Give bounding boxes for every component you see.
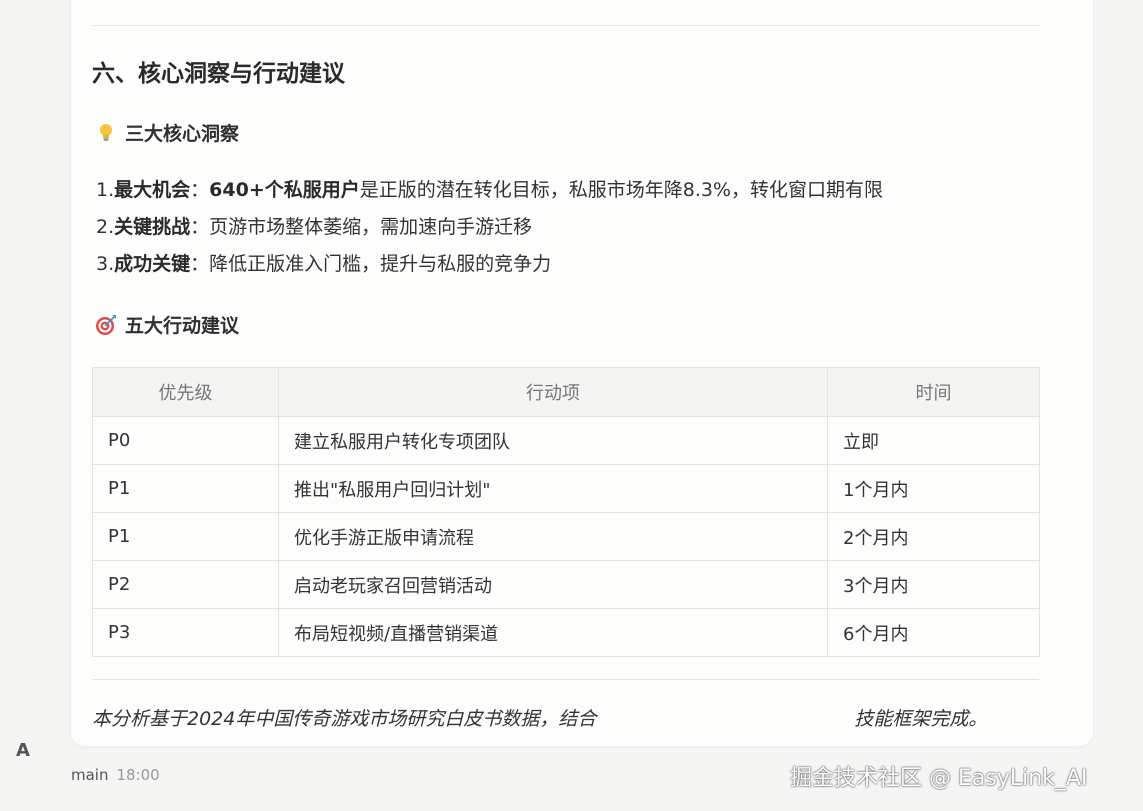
section-title: 六、核心洞察与行动建议 bbox=[92, 61, 345, 87]
table-row: P3 布局短视频/直播营销渠道 6个月内 bbox=[92, 608, 1040, 657]
table-row: P1 推出"私服用户回归计划" 1个月内 bbox=[92, 464, 1040, 513]
divider bbox=[92, 25, 1039, 26]
list-sep: ： bbox=[190, 253, 210, 275]
target-icon bbox=[95, 314, 117, 336]
column-header-action: 行动项 bbox=[278, 367, 828, 417]
cell-action: 建立私服用户转化专项团队 bbox=[278, 416, 828, 465]
avatar: A bbox=[16, 740, 30, 761]
list-label: 成功关键 bbox=[114, 253, 191, 275]
list-strong: 640+个私服用户 bbox=[209, 179, 360, 201]
cell-time: 3个月内 bbox=[827, 560, 1040, 609]
list-sep: ： bbox=[190, 216, 210, 238]
cell-time: 2个月内 bbox=[827, 512, 1040, 561]
table-header-row: 优先级 行动项 时间 bbox=[92, 367, 1040, 417]
cell-action: 布局短视频/直播营销渠道 bbox=[278, 608, 828, 657]
actions-heading-label: 五大行动建议 bbox=[125, 315, 240, 337]
cell-priority: P2 bbox=[92, 560, 279, 609]
footnote-text-before: 本分析基于2024年中国传奇游戏市场研究白皮书数据，结合 bbox=[92, 708, 597, 730]
actions-heading: 五大行动建议 bbox=[95, 311, 239, 338]
insights-list: 1.最大机会：640+个私服用户是正版的潜在转化目标，私服市场年降8.3%，转化… bbox=[96, 172, 883, 283]
footnote-text-after: 技能框架完成。 bbox=[854, 708, 988, 730]
list-item: 1.最大机会：640+个私服用户是正版的潜在转化目标，私服市场年降8.3%，转化… bbox=[96, 172, 883, 209]
list-text: 是正版的潜在转化目标，私服市场年降8.3%，转化窗口期有限 bbox=[359, 179, 884, 201]
table-row: P1 优化手游正版申请流程 2个月内 bbox=[92, 512, 1040, 561]
list-text: 页游市场整体萎缩，需加速向手游迁移 bbox=[209, 216, 533, 238]
insights-heading: 三大核心洞察 bbox=[95, 119, 239, 146]
watermark: 掘金技术社区 @ EasyLink_AI bbox=[790, 766, 1088, 791]
cell-action: 推出"私服用户回归计划" bbox=[278, 464, 828, 513]
column-header-time: 时间 bbox=[827, 367, 1040, 417]
cell-priority: P0 bbox=[92, 416, 279, 465]
list-sep: ： bbox=[190, 179, 210, 201]
list-text: 降低正版准入门槛，提升与私服的竞争力 bbox=[209, 253, 552, 275]
cell-priority: P3 bbox=[92, 608, 279, 657]
list-number: 3. bbox=[96, 253, 115, 275]
sender-name: main bbox=[71, 766, 109, 784]
actions-table: 优先级 行动项 时间 P0 建立私服用户转化专项团队 立即 P1 推出"私服用户… bbox=[92, 367, 1040, 657]
cell-action: 启动老玩家召回营销活动 bbox=[278, 560, 828, 609]
message-meta: main 18:00 bbox=[71, 766, 160, 784]
cell-priority: P1 bbox=[92, 512, 279, 561]
cell-action: 优化手游正版申请流程 bbox=[278, 512, 828, 561]
list-label: 关键挑战 bbox=[114, 216, 191, 238]
cell-priority: P1 bbox=[92, 464, 279, 513]
cell-time: 立即 bbox=[827, 416, 1040, 465]
cell-time: 6个月内 bbox=[827, 608, 1040, 657]
insights-heading-label: 三大核心洞察 bbox=[125, 123, 240, 145]
list-label: 最大机会 bbox=[114, 179, 191, 201]
list-item: 2.关键挑战：页游市场整体萎缩，需加速向手游迁移 bbox=[96, 209, 883, 246]
table-row: P2 启动老玩家召回营销活动 3个月内 bbox=[92, 560, 1040, 609]
list-item: 3.成功关键：降低正版准入门槛，提升与私服的竞争力 bbox=[96, 246, 883, 283]
column-header-priority: 优先级 bbox=[92, 367, 279, 417]
list-number: 2. bbox=[96, 216, 115, 238]
list-number: 1. bbox=[96, 179, 115, 201]
cell-time: 1个月内 bbox=[827, 464, 1040, 513]
footnote: 本分析基于2024年中国传奇游戏市场研究白皮书数据，结合 技能框架完成。 bbox=[92, 704, 987, 731]
lightbulb-icon bbox=[95, 122, 117, 144]
message-time: 18:00 bbox=[116, 766, 160, 784]
divider bbox=[92, 679, 1039, 680]
table-row: P0 建立私服用户转化专项团队 立即 bbox=[92, 416, 1040, 465]
